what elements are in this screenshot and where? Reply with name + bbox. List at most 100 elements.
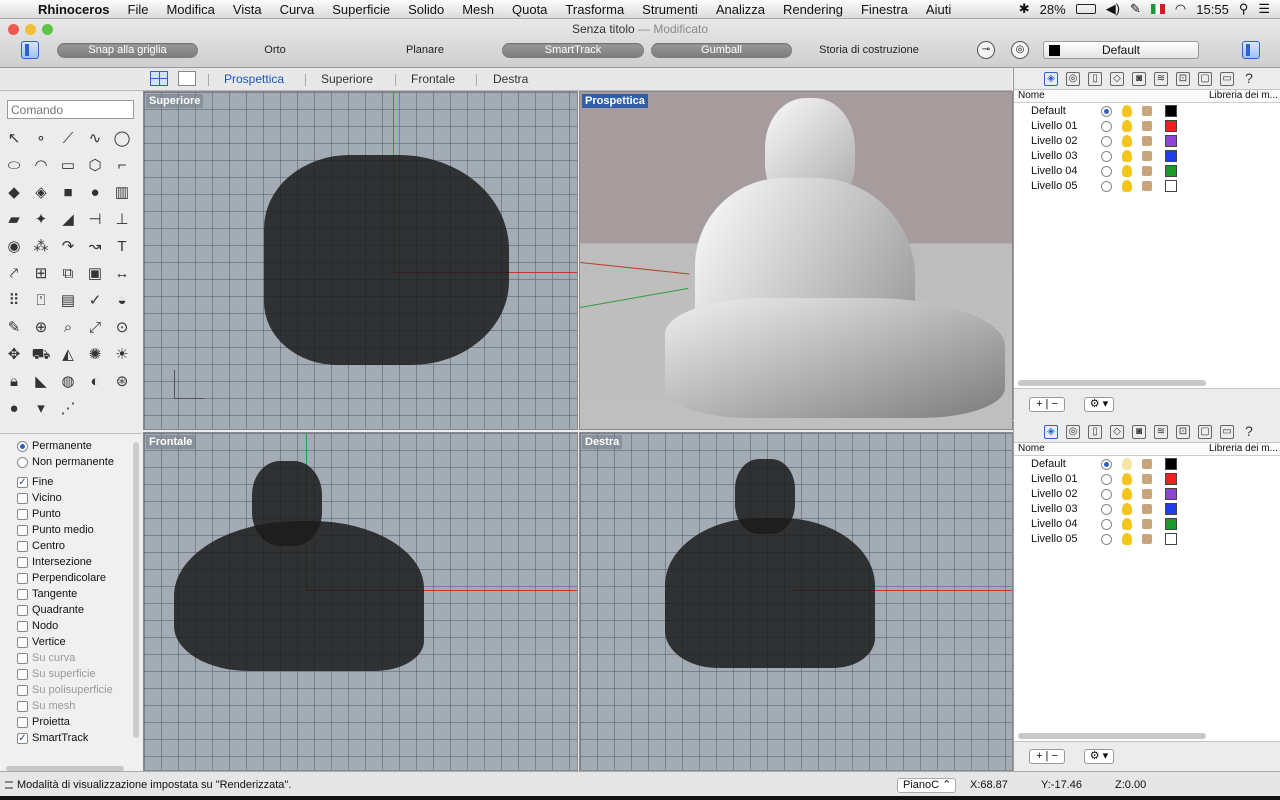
group-icon[interactable]: ⁂ xyxy=(30,236,52,258)
lock-icon[interactable] xyxy=(1142,106,1152,116)
grid-points-icon[interactable]: ⠿ xyxy=(3,290,25,312)
checkbox-icon[interactable] xyxy=(17,700,28,712)
mesh-sphere-icon[interactable]: ⊛ xyxy=(111,371,133,393)
clock[interactable]: 15:55 xyxy=(1196,2,1229,17)
checkbox-icon[interactable] xyxy=(17,556,28,568)
menu-superficie[interactable]: Superficie xyxy=(323,0,399,19)
osnap-permanent-option[interactable]: Permanente xyxy=(17,440,92,452)
layer-color-swatch[interactable] xyxy=(1165,165,1177,177)
layer-color-swatch[interactable] xyxy=(1165,533,1177,545)
edit-points-icon[interactable]: ✎ xyxy=(3,317,25,339)
checkbox-icon[interactable] xyxy=(17,668,28,680)
osnap-option[interactable]: Vertice xyxy=(17,636,66,648)
wifi-icon[interactable]: ◠ xyxy=(1175,1,1186,17)
menu-aiuti[interactable]: Aiuti xyxy=(917,0,960,19)
lightbulb-icon[interactable] xyxy=(1122,473,1132,485)
layer-row[interactable]: Livello 02 xyxy=(1014,487,1280,502)
osnap-option[interactable]: Tangente xyxy=(17,588,77,600)
current-layer-radio-icon[interactable] xyxy=(1101,121,1112,132)
lock-icon[interactable] xyxy=(1142,181,1152,191)
named-view-icon[interactable]: ⊡ xyxy=(1176,72,1190,86)
lock-icon[interactable] xyxy=(1142,519,1152,529)
tab-superiore[interactable]: Superiore xyxy=(321,72,373,86)
layer-row[interactable]: Livello 05 xyxy=(1014,532,1280,547)
layer-row[interactable]: Default xyxy=(1014,104,1280,119)
layer-color-swatch[interactable] xyxy=(1165,135,1177,147)
pen-icon[interactable]: ✎ xyxy=(1130,1,1141,17)
osnap-option[interactable]: Centro xyxy=(17,540,65,552)
layer-options-button[interactable]: ⚙ ▾ xyxy=(1084,749,1114,764)
polyline-icon[interactable]: ⟋ xyxy=(57,128,79,150)
current-layer-radio-icon[interactable] xyxy=(1101,181,1112,192)
layer-name[interactable]: Livello 01 xyxy=(1031,473,1077,485)
layer-color-swatch[interactable] xyxy=(1165,105,1177,117)
osnap-option[interactable]: Su polisuperficie xyxy=(17,684,113,696)
ortho-button[interactable]: Orto xyxy=(255,43,295,58)
filter-icon[interactable]: ⊸ xyxy=(977,41,995,59)
column-name[interactable]: Nome xyxy=(1018,90,1045,101)
current-layer-radio-icon[interactable] xyxy=(1101,534,1112,545)
layer-color-swatch[interactable] xyxy=(1165,458,1177,470)
layers-hscrollbar[interactable] xyxy=(1018,380,1206,386)
tab-prospettica[interactable]: Prospettica xyxy=(224,72,284,86)
osnap-option[interactable]: Su curva xyxy=(17,652,75,664)
lightbulb-icon[interactable] xyxy=(1122,105,1132,117)
layer-row[interactable]: Livello 04 xyxy=(1014,164,1280,179)
split-icon[interactable]: ⊣ xyxy=(84,209,106,231)
snap-grid-button[interactable]: Snap alla griglia xyxy=(57,43,198,58)
viewport-front[interactable]: Frontale xyxy=(143,432,578,771)
current-layer-dropdown[interactable]: Default xyxy=(1043,41,1199,59)
unroll-icon[interactable]: ▤ xyxy=(57,290,79,312)
named-view-icon[interactable]: ⊡ xyxy=(1176,425,1190,439)
column-name[interactable]: Nome xyxy=(1018,443,1045,454)
viewport-top[interactable]: Superiore xyxy=(143,91,578,430)
single-viewport-icon[interactable] xyxy=(178,71,196,86)
menu-app-rhinoceros[interactable]: Rhinoceros xyxy=(34,0,119,19)
layer-row[interactable]: Livello 03 xyxy=(1014,149,1280,164)
lock-icon[interactable] xyxy=(1142,459,1152,469)
ellipse-icon[interactable]: ⬭ xyxy=(3,155,25,177)
layer-color-swatch[interactable] xyxy=(1165,503,1177,515)
layer-name[interactable]: Livello 04 xyxy=(1031,165,1077,177)
layer-name[interactable]: Livello 04 xyxy=(1031,518,1077,530)
lightbulb-icon[interactable] xyxy=(1122,518,1132,530)
current-layer-radio-icon[interactable] xyxy=(1101,151,1112,162)
mesh-model[interactable] xyxy=(665,518,875,668)
tab-frontale[interactable]: Frontale xyxy=(411,72,455,86)
cplane-dropdown[interactable]: PianoC ⌃ xyxy=(897,778,956,793)
menu-analizza[interactable]: Analizza xyxy=(707,0,774,19)
osnap-option[interactable]: ✓ SmartTrack xyxy=(17,732,88,744)
layer-row[interactable]: Livello 01 xyxy=(1014,119,1280,134)
point-icon[interactable]: ∘ xyxy=(30,128,52,150)
layer-name[interactable]: Livello 01 xyxy=(1031,120,1077,132)
layer-name[interactable]: Livello 05 xyxy=(1031,533,1077,545)
add-remove-layer-buttons[interactable]: + | − xyxy=(1029,749,1065,764)
check-icon[interactable]: ✓ xyxy=(84,290,106,312)
layers-icon[interactable]: ◈ xyxy=(1044,425,1058,439)
notification-list-icon[interactable]: ☰ xyxy=(1258,1,1270,17)
current-layer-radio-icon[interactable] xyxy=(1101,106,1112,117)
toggle-left-panel-icon[interactable] xyxy=(21,41,39,59)
car-render-icon[interactable]: ⛟ xyxy=(30,344,52,366)
help-icon[interactable]: ? xyxy=(1242,71,1256,86)
menu-file[interactable]: File xyxy=(119,0,158,19)
join-icon[interactable]: ⤤ xyxy=(3,263,25,285)
zoom-extents-icon[interactable]: ⤢ xyxy=(84,317,106,339)
menu-vista[interactable]: Vista xyxy=(224,0,271,19)
osnap-option[interactable]: Nodo xyxy=(17,620,58,632)
lightbulb-icon[interactable] xyxy=(1122,120,1132,132)
input-source-flag-icon[interactable] xyxy=(1150,4,1165,14)
current-layer-radio-icon[interactable] xyxy=(1101,459,1112,470)
checkbox-icon[interactable] xyxy=(17,492,28,504)
layer-name[interactable]: Livello 05 xyxy=(1031,180,1077,192)
cube-icon[interactable]: ◇ xyxy=(1110,72,1124,86)
osnap-option[interactable]: Su mesh xyxy=(17,700,75,712)
layer-name[interactable]: Default xyxy=(1031,458,1066,470)
network-surface-icon[interactable]: ✦ xyxy=(30,209,52,231)
zoom-selected-icon[interactable]: ⊙ xyxy=(111,317,133,339)
light-icon[interactable]: ☀ xyxy=(111,344,133,366)
layer-name[interactable]: Livello 03 xyxy=(1031,150,1077,162)
lightbulb-icon[interactable] xyxy=(1122,533,1132,545)
mesh-model[interactable] xyxy=(174,521,424,671)
layer-color-swatch[interactable] xyxy=(1165,180,1177,192)
